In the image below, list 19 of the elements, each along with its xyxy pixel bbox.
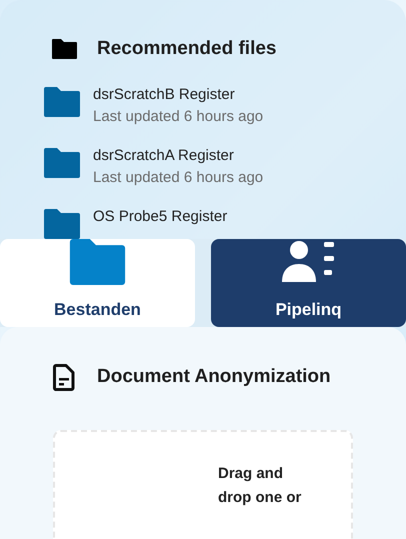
file-name: OS Probe5 Register <box>93 206 228 226</box>
file-item[interactable]: dsrScratchB Register Last updated 6 hours ago <box>44 84 406 128</box>
dropzone-text: Drag and drop one or <box>218 464 302 508</box>
dropzone[interactable]: Drag and drop one or <box>53 430 353 539</box>
file-name: dsrScratchB Register <box>93 84 236 104</box>
folder-icon <box>52 39 77 60</box>
section-title: Recommended files <box>97 37 276 61</box>
folder-icon <box>44 148 80 178</box>
person-list-icon <box>280 238 336 284</box>
nav-tile[interactable]: Pipelinq <box>211 238 406 327</box>
section-title: Document Anonymization <box>97 365 331 389</box>
file-updated: Last updated 6 hours ago <box>93 168 264 188</box>
file-item[interactable]: OS Probe5 Register <box>44 206 406 238</box>
file-name: dsrScratchA Register <box>93 146 235 166</box>
file-updated: Last updated 6 hours ago <box>93 106 264 126</box>
file-item[interactable]: dsrScratchA Register Last updated 6 hours ago <box>44 144 406 188</box>
document-icon <box>53 364 75 391</box>
folder-icon <box>44 86 80 116</box>
nav-tile[interactable]: Bestanden <box>0 238 195 327</box>
